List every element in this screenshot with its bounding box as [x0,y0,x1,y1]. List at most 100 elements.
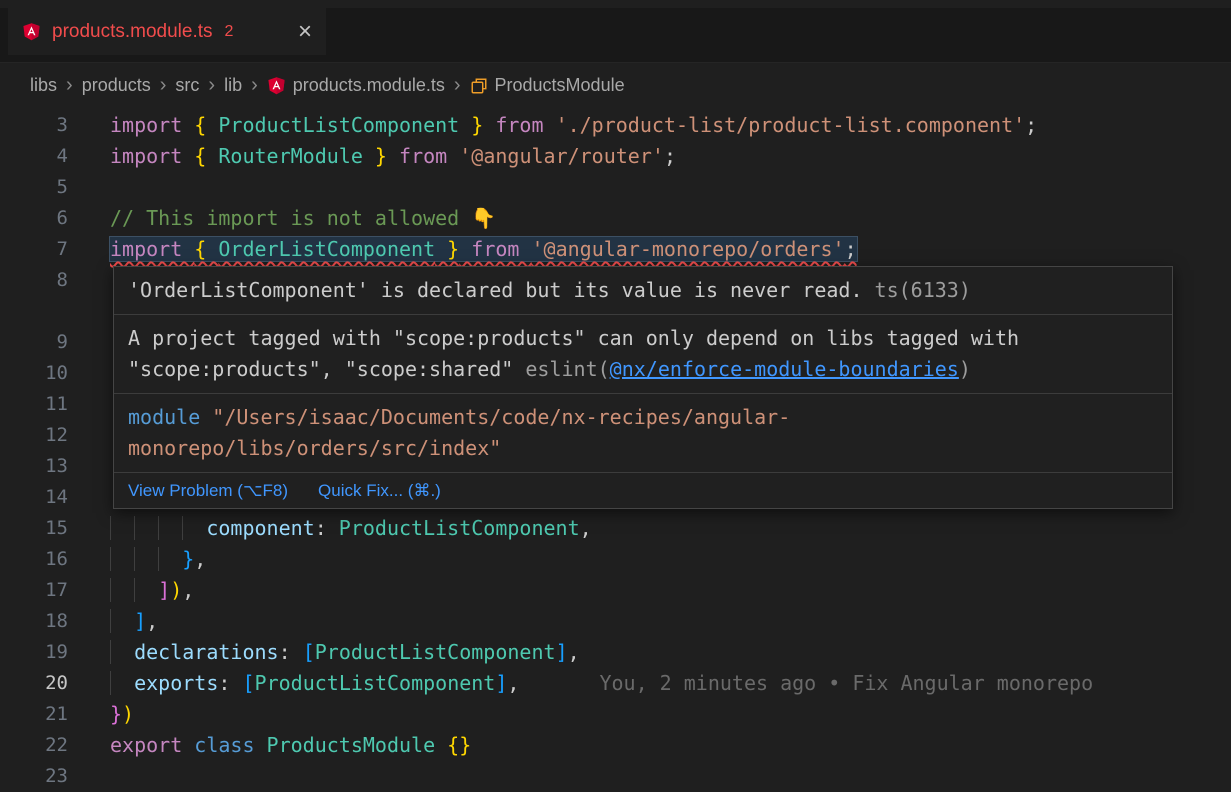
eslint-rule-link[interactable]: @nx/enforce-module-boundaries [610,357,959,381]
code-token: ; [664,144,676,168]
line-number[interactable]: 22 [0,730,68,761]
code-line[interactable]: 21}) [0,699,1231,730]
code-token: './product-list/product-list.component' [556,113,1026,137]
code-token: , [146,609,158,633]
angular-icon [22,22,42,42]
code-content[interactable]: // This import is not allowed 👇 [110,203,496,234]
line-number[interactable]: 3 [0,110,68,141]
chevron-right-icon: › [66,75,73,95]
code-content[interactable]: export class ProductsModule {} [110,730,471,761]
tab-products-module[interactable]: products.module.ts 2 × [8,8,326,55]
code-content[interactable]: import { RouterModule } from '@angular/r… [110,141,676,172]
indent-guides [110,640,134,664]
code-content[interactable]: ], [110,606,158,637]
code-line[interactable]: 15 component: ProductListComponent, [0,513,1231,544]
line-number[interactable]: 17 [0,575,68,606]
breadcrumb-item[interactable]: lib [224,75,242,96]
breadcrumb-item[interactable]: products.module.ts [267,75,445,96]
code-line[interactable]: 23 [0,761,1231,792]
line-number[interactable]: 16 [0,544,68,575]
error-hover-popup: 'OrderListComponent' is declared but its… [113,266,1173,509]
line-number[interactable]: 8 [0,265,68,296]
line-number[interactable]: 4 [0,141,68,172]
line-number[interactable]: 12 [0,420,68,451]
line-number[interactable]: 18 [0,606,68,637]
code-token: [ [303,640,315,664]
tab-problems-badge: 2 [225,23,234,41]
code-content[interactable]: }, [110,544,206,575]
code-content[interactable]: component: ProductListComponent, [110,513,592,544]
code-content[interactable]: declarations: [ProductListComponent], [110,637,580,668]
line-number[interactable]: 19 [0,637,68,668]
code-token: : [315,516,339,540]
line-number[interactable]: 11 [0,389,68,420]
line-number[interactable]: 7 [0,234,68,265]
code-line[interactable]: 18 ], [0,606,1231,637]
code-token: ) [122,702,134,726]
line-number[interactable]: 13 [0,451,68,482]
code-token: class [194,733,266,757]
code-token: ProductListComponent [255,671,496,695]
indent-guides [110,578,158,602]
hover-text: eslint( [525,357,609,381]
code-token: import [110,237,194,261]
code-token: component [206,516,314,540]
code-token: import [110,113,194,137]
line-number[interactable]: 6 [0,203,68,234]
line-number[interactable]: 23 [0,761,68,792]
breadcrumb-label: ProductsModule [495,75,625,96]
close-icon[interactable]: × [298,20,312,44]
code-content[interactable]: ]), [110,575,194,606]
code-token: ) [170,578,182,602]
line-number[interactable]: 21 [0,699,68,730]
line-number[interactable]: 9 [0,327,68,358]
code-token: ProductListComponent [315,640,556,664]
line-number[interactable]: 20 [0,668,68,699]
code-line[interactable]: 19 declarations: [ProductListComponent], [0,637,1231,668]
line-number[interactable]: 15 [0,513,68,544]
indent-guides [110,547,182,571]
code-line[interactable]: 16 }, [0,544,1231,575]
hover-action-button[interactable]: View Problem (⌥F8) [128,482,288,499]
hover-action-bar: View Problem (⌥F8) Quick Fix... (⌘.) [114,473,1172,508]
angular-icon [267,76,286,95]
breadcrumb-item[interactable]: products [82,75,151,96]
code-line[interactable]: 3 import { ProductListComponent } from '.… [0,110,1231,141]
breadcrumb-item[interactable]: libs [30,75,57,96]
code-line[interactable]: 7 import { OrderListComponent } from '@an… [0,234,1231,265]
code-token: from [483,113,555,137]
code-line[interactable]: 6 // This import is not allowed 👇 [0,203,1231,234]
code-content[interactable]: exports: [ProductListComponent],You, 2 m… [110,668,1093,699]
line-number[interactable]: 14 [0,482,68,513]
hover-text: 'OrderListComponent' is declared but its… [128,278,863,302]
code-line[interactable]: 17 ]), [0,575,1231,606]
line-number[interactable]: 5 [0,172,68,203]
error-underlined-statement[interactable]: import { OrderListComponent } from '@ang… [110,237,857,261]
code-token: from [459,237,531,261]
code-token: , [580,516,592,540]
code-line[interactable]: 4 import { RouterModule } from '@angular/… [0,141,1231,172]
line-number[interactable] [0,296,68,327]
code-line[interactable]: 20 exports: [ProductListComponent],You, … [0,668,1231,699]
chevron-right-icon: › [208,75,215,95]
code-content[interactable]: }) [110,699,134,730]
code-token: } [182,547,194,571]
breadcrumb-item[interactable]: ProductsModule [470,75,625,96]
breadcrumb-label: lib [224,75,242,96]
breadcrumb: libs›products›src›lib›products.module.ts… [0,63,1231,108]
line-number[interactable]: 10 [0,358,68,389]
pointing-down-emoji: 👇 [471,206,496,230]
code-line[interactable]: 5 [0,172,1231,203]
code-content[interactable]: import { ProductListComponent } from './… [110,110,1037,141]
code-token: } [459,113,483,137]
code-token: { [194,144,218,168]
breadcrumb-item[interactable]: src [175,75,199,96]
code-content[interactable]: import { OrderListComponent } from '@ang… [110,234,857,265]
code-token: // This import is not allowed [110,206,471,230]
code-line[interactable]: 22 export class ProductsModule {} [0,730,1231,761]
code-token: [ [242,671,254,695]
class-icon [470,77,488,95]
code-token: declarations [134,640,279,664]
code-token: ] [556,640,568,664]
hover-action-button[interactable]: Quick Fix... (⌘.) [318,482,441,499]
